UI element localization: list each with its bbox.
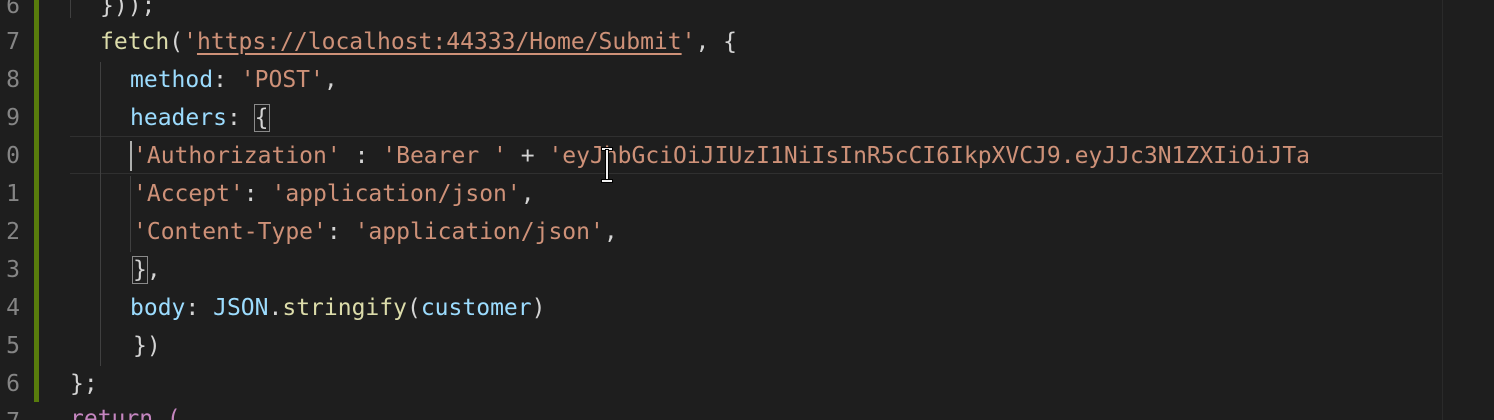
code-token: :	[226, 105, 255, 131]
code-token: body	[130, 295, 186, 321]
code-token: +	[506, 143, 549, 169]
editor-right-edge	[1442, 0, 1443, 420]
git-change-indicator	[34, 0, 39, 402]
code-token: ,	[603, 219, 618, 245]
code-token: 'application/json'	[354, 219, 604, 245]
code-token: return (	[70, 406, 181, 420]
line-number: 6	[6, 0, 20, 19]
line-number: 2	[6, 219, 20, 245]
code-line[interactable]: body: JSON.stringify(customer)	[130, 289, 545, 327]
code-line[interactable]: return (	[70, 400, 181, 420]
code-line[interactable]: fetch('https://localhost:44333/Home/Subm…	[100, 23, 737, 61]
code-token: customer	[420, 295, 532, 321]
code-token: '	[681, 29, 696, 55]
code-line[interactable]: headers: {	[130, 99, 270, 137]
code-token: 'Accept'	[133, 181, 244, 207]
code-token: :	[213, 67, 241, 93]
code-token: (	[169, 29, 184, 55]
code-token: :	[326, 219, 355, 245]
line-number: 6	[6, 371, 20, 397]
code-token: , {	[695, 29, 738, 55]
code-token: method	[130, 67, 214, 93]
code-token: 'Bearer '	[382, 143, 507, 169]
line-number: 5	[6, 333, 20, 359]
code-token: .	[268, 295, 283, 321]
code-token: :	[185, 295, 214, 321]
code-token: JSON	[213, 295, 269, 321]
code-line[interactable]: 'Authorization' : 'Bearer ' + 'eyJhbGciO…	[133, 137, 1442, 175]
code-token: )	[531, 295, 546, 321]
line-number: 4	[6, 295, 20, 321]
code-token: ,	[146, 257, 161, 283]
code-token: (	[406, 295, 421, 321]
code-line[interactable]: method: 'POST',	[130, 61, 338, 99]
indent-guide	[70, 0, 71, 18]
code-token: stringify	[282, 295, 407, 321]
code-line[interactable]: 'Accept': 'application/json',	[133, 175, 535, 213]
code-token: 'eyJhbGciOiJIUzI1NiIsInR5cCI6IkpXVCJ9.ey…	[548, 143, 1311, 169]
code-line[interactable]: 'Content-Type': 'application/json',	[133, 213, 618, 251]
code-token: headers	[130, 105, 227, 131]
code-token: ,	[520, 181, 535, 207]
code-token: };	[70, 371, 98, 397]
code-token: 'Content-Type'	[133, 219, 327, 245]
code-line[interactable]: };	[70, 365, 98, 403]
line-number: 7	[6, 29, 20, 55]
code-token: fetch	[100, 29, 170, 55]
code-line[interactable]: }));	[100, 0, 155, 25]
code-token: 'POST'	[240, 67, 324, 93]
text-cursor	[130, 141, 132, 171]
code-token: '	[183, 29, 197, 55]
code-token: })	[133, 333, 161, 359]
code-token: ,	[323, 67, 338, 93]
code-token: 'Authorization'	[133, 143, 341, 169]
mouse-ibeam-cursor	[600, 148, 614, 182]
line-number: 9	[6, 105, 20, 131]
line-number: 1	[6, 181, 20, 207]
code-token: }	[132, 256, 148, 284]
code-token: }));	[100, 0, 156, 19]
code-line[interactable]: })	[133, 327, 161, 365]
line-number: 0	[6, 143, 20, 169]
code-token: 'application/json'	[271, 181, 521, 207]
indent-guide	[100, 62, 101, 366]
line-number: 8	[6, 67, 20, 93]
code-token: {	[253, 104, 270, 132]
code-line[interactable]: },	[132, 251, 161, 289]
code-editor[interactable]: 6 7 8 9 0 1 2 3 4 5 6 7 })); fetch('http…	[0, 0, 1494, 420]
line-number: 7	[0, 403, 20, 420]
code-token: :	[243, 181, 272, 207]
code-token: :	[340, 143, 383, 169]
indent-guide	[130, 176, 131, 252]
code-token: https://localhost:44333/Home/Submit	[196, 29, 682, 55]
line-number: 3	[6, 257, 20, 283]
